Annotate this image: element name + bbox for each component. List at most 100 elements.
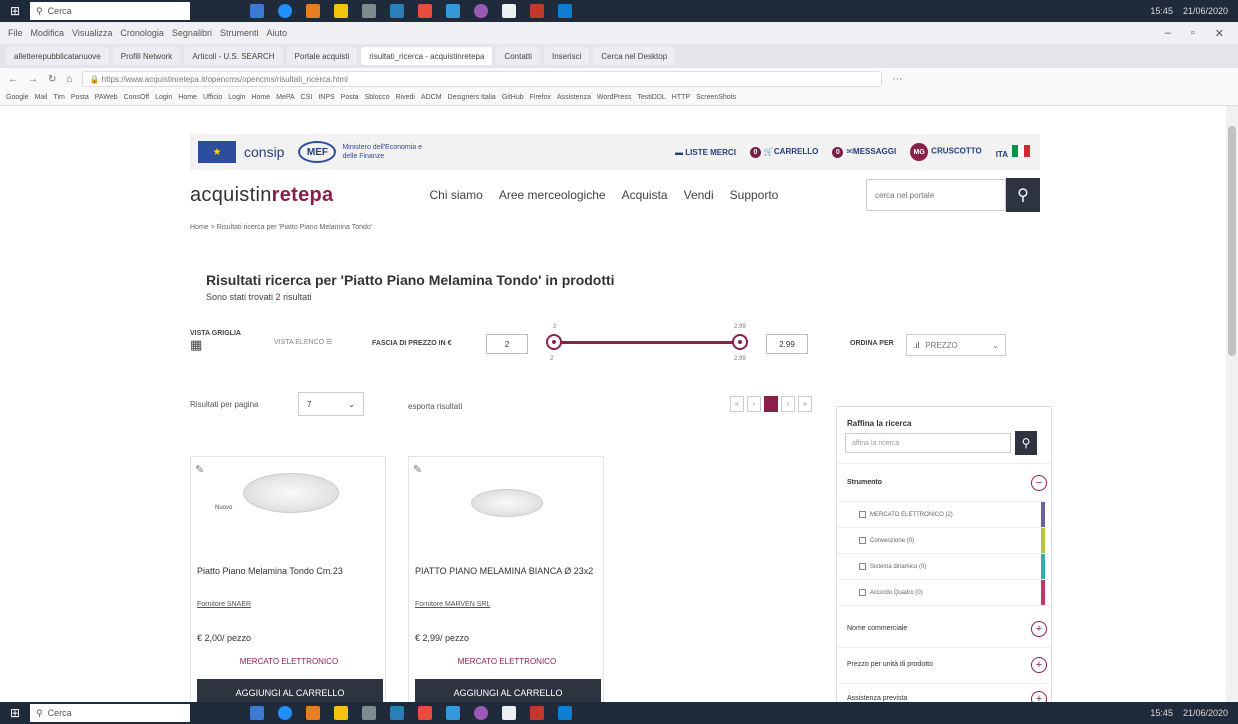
carrello-link[interactable]: 0 🛒CARRELLO bbox=[749, 146, 818, 158]
extensions-icon[interactable]: ⋯ bbox=[892, 74, 902, 85]
next-page-button[interactable]: › bbox=[781, 396, 795, 412]
bookmark-item[interactable]: Google bbox=[6, 94, 29, 101]
checkbox[interactable] bbox=[859, 537, 866, 544]
bookmark-item[interactable]: Sblocco bbox=[365, 94, 390, 101]
refine-search-input[interactable]: affina la ricerca bbox=[845, 433, 1011, 453]
last-page-button[interactable]: » bbox=[798, 396, 812, 412]
first-page-button[interactable]: « bbox=[730, 396, 744, 412]
bookmark-item[interactable]: ADCM bbox=[421, 94, 442, 101]
app-icon[interactable] bbox=[418, 706, 432, 720]
app-icon[interactable] bbox=[390, 4, 404, 18]
prev-page-button[interactable]: ‹ bbox=[747, 396, 761, 412]
search-button[interactable]: ⚲ bbox=[1006, 178, 1040, 212]
app-icon[interactable] bbox=[474, 706, 488, 720]
app-icon[interactable] bbox=[502, 706, 516, 720]
back-icon[interactable]: ← bbox=[8, 74, 18, 85]
app-icon[interactable] bbox=[362, 4, 376, 18]
taskbar-search[interactable]: ⚲ Cerca bbox=[30, 2, 190, 20]
bookmark-item[interactable]: Posta bbox=[341, 94, 359, 101]
expand-prezzo-icon[interactable]: + bbox=[1031, 657, 1047, 673]
refine-search-button[interactable]: ⚲ bbox=[1015, 431, 1037, 455]
checkbox[interactable] bbox=[859, 563, 866, 570]
product-name[interactable]: PIATTO PIANO MELAMINA BIANCA Ø 23x2 bbox=[415, 565, 599, 578]
language-selector[interactable]: ITA bbox=[996, 145, 1030, 159]
menu-bookmarks[interactable]: Segnalibri bbox=[172, 28, 212, 38]
app-icon[interactable] bbox=[278, 706, 292, 720]
bookmark-item[interactable]: Home bbox=[251, 94, 270, 101]
bookmark-item[interactable]: Login bbox=[228, 94, 245, 101]
grid-view-toggle[interactable]: VISTA GRIGLIA ▦ bbox=[190, 330, 241, 353]
app-icon[interactable] bbox=[474, 4, 488, 18]
bookmark-item[interactable]: Rivedi bbox=[395, 94, 414, 101]
menu-edit[interactable]: Modifica bbox=[31, 28, 65, 38]
forward-icon[interactable]: → bbox=[28, 74, 38, 85]
product-supplier[interactable]: Fornitore SNAER bbox=[197, 601, 251, 608]
price-max-input[interactable]: 2.99 bbox=[766, 334, 808, 354]
export-results-link[interactable]: esporta risultati bbox=[408, 402, 462, 411]
cruscotto-link[interactable]: MG CRUSCOTTO bbox=[910, 143, 982, 161]
price-min-input[interactable]: 2 bbox=[486, 334, 528, 354]
app-icon[interactable] bbox=[334, 4, 348, 18]
edit-icon[interactable]: ✎ bbox=[413, 463, 422, 476]
page-scrollbar[interactable] bbox=[1226, 106, 1238, 702]
bookmark-item[interactable]: CSI bbox=[301, 94, 313, 101]
filter-option[interactable]: Accordo Quadro (0) bbox=[837, 579, 1049, 606]
address-bar[interactable]: 🔒 https://www.acquistinretepa.it/opencms… bbox=[82, 71, 883, 87]
app-icon[interactable] bbox=[558, 706, 572, 720]
home-icon[interactable]: ⌂ bbox=[66, 74, 72, 85]
current-page-button[interactable]: 1 bbox=[764, 396, 778, 412]
filter-prezzo-unita[interactable]: Prezzo per unità di prodotto bbox=[847, 661, 933, 668]
app-icon[interactable] bbox=[334, 706, 348, 720]
app-icon[interactable] bbox=[558, 4, 572, 18]
browser-tab[interactable]: Inserisci bbox=[544, 47, 590, 65]
menu-help[interactable]: Aiuto bbox=[266, 28, 287, 38]
expand-nome-icon[interactable]: + bbox=[1031, 621, 1047, 637]
edit-icon[interactable]: ✎ bbox=[195, 463, 204, 476]
bookmark-item[interactable]: GitHub bbox=[502, 94, 524, 101]
product-image[interactable] bbox=[471, 489, 543, 517]
product-image[interactable] bbox=[243, 473, 339, 513]
filter-option[interactable]: Sistema dinamico (0) bbox=[837, 553, 1049, 580]
bookmark-item[interactable]: TestiDDL bbox=[637, 94, 665, 101]
minimize-icon[interactable]: – bbox=[1165, 27, 1171, 40]
bookmark-item[interactable]: Designers Italia bbox=[448, 94, 496, 101]
nav-supporto[interactable]: Supporto bbox=[730, 188, 779, 202]
app-icon[interactable] bbox=[418, 4, 432, 18]
bookmark-item[interactable]: Tim bbox=[53, 94, 64, 101]
app-icon[interactable] bbox=[502, 4, 516, 18]
nav-vendi[interactable]: Vendi bbox=[684, 188, 714, 202]
bookmark-item[interactable]: ConsOff bbox=[124, 94, 150, 101]
app-icon[interactable] bbox=[278, 4, 292, 18]
menu-tools[interactable]: Strumenti bbox=[220, 28, 259, 38]
price-slider[interactable] bbox=[546, 334, 748, 350]
app-icon[interactable] bbox=[250, 706, 264, 720]
reload-icon[interactable]: ↻ bbox=[48, 74, 56, 85]
messaggi-link[interactable]: 0 ✉MESSAGGI bbox=[832, 146, 896, 158]
collapse-strumento-icon[interactable]: − bbox=[1031, 475, 1047, 491]
filter-option[interactable]: Convenzione (0) bbox=[837, 527, 1049, 554]
site-search-input[interactable] bbox=[866, 179, 1006, 211]
menu-view[interactable]: Visualizza bbox=[72, 28, 112, 38]
bookmark-item[interactable]: Mail bbox=[35, 94, 48, 101]
list-view-toggle[interactable]: VISTA ELENCO ☰ bbox=[274, 338, 332, 346]
menu-file[interactable]: File bbox=[8, 28, 23, 38]
close-icon[interactable]: ✕ bbox=[1215, 27, 1224, 40]
mef-logo[interactable]: MEF Ministero dell'Economia e delle Fina… bbox=[298, 141, 432, 163]
consip-logo[interactable]: ★ consip bbox=[198, 141, 284, 163]
browser-tab[interactable]: Contatti bbox=[496, 47, 540, 65]
bookmark-item[interactable]: Posta bbox=[71, 94, 89, 101]
windows-start-icon[interactable]: ⊞ bbox=[0, 702, 30, 724]
bookmark-item[interactable]: Login bbox=[155, 94, 172, 101]
bookmark-item[interactable]: INPS bbox=[318, 94, 334, 101]
add-to-cart-button[interactable]: AGGIUNGI AL CARRELLO bbox=[197, 679, 383, 702]
taskbar-search[interactable]: ⚲ Cerca bbox=[30, 704, 190, 722]
nav-acquista[interactable]: Acquista bbox=[622, 188, 668, 202]
app-icon[interactable] bbox=[306, 706, 320, 720]
browser-tab-active[interactable]: risultati_ricerca - acquistinretepa bbox=[361, 47, 493, 65]
product-card[interactable]: ✎ Nuovo Piatto Piano Melamina Tondo Cm.2… bbox=[190, 456, 386, 702]
slider-max-handle[interactable] bbox=[732, 334, 748, 350]
app-icon[interactable] bbox=[446, 706, 460, 720]
bookmark-item[interactable]: Ufficio bbox=[203, 94, 222, 101]
checkbox[interactable] bbox=[859, 511, 866, 518]
bookmark-item[interactable]: Assistenza bbox=[557, 94, 591, 101]
